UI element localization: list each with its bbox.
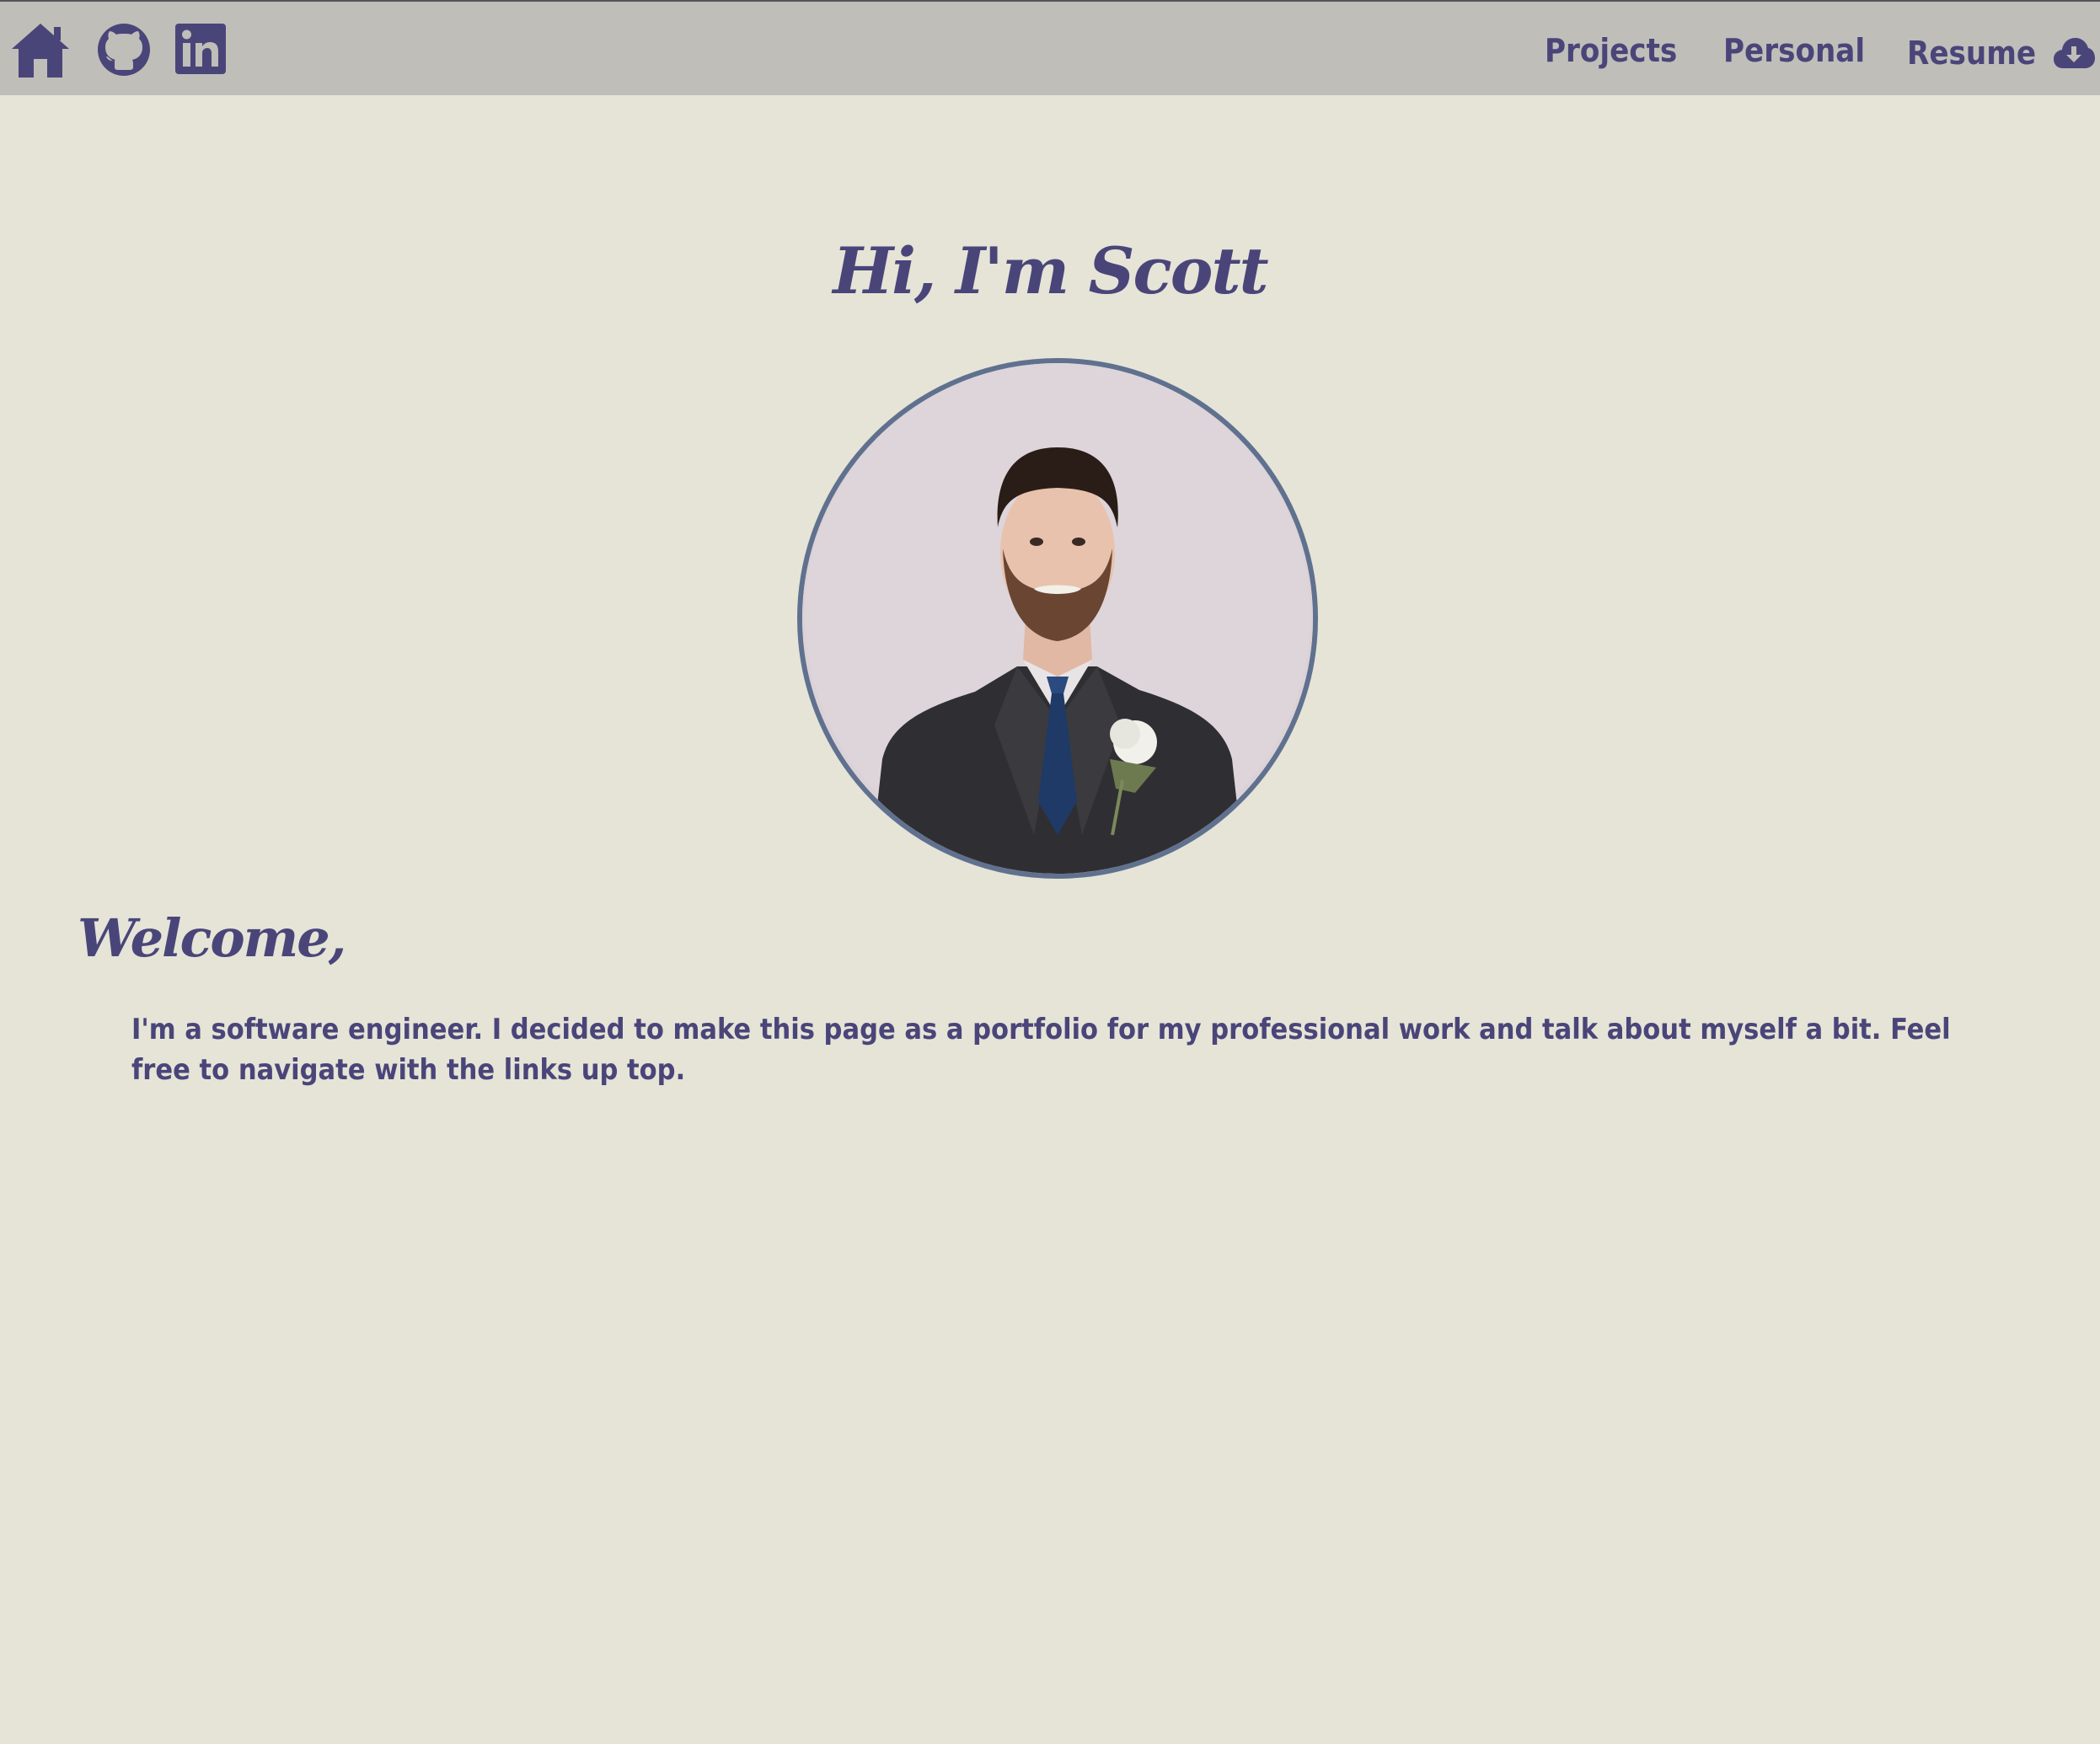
top-navbar: Projects Personal Resume	[0, 0, 2100, 95]
home-link[interactable]	[10, 22, 71, 79]
github-icon	[96, 22, 152, 78]
cloud-download-icon	[2053, 36, 2095, 70]
linkedin-link[interactable]	[175, 24, 226, 74]
profile-photo	[797, 358, 1318, 879]
intro-paragraph: I'm a software engineer. I decided to ma…	[131, 1013, 1951, 1087]
resume-label: Resume	[1907, 34, 2037, 72]
home-icon	[10, 22, 71, 79]
welcome-heading: Welcome,	[78, 907, 346, 969]
linkedin-icon	[175, 24, 226, 74]
nav-link-projects[interactable]: Projects	[1545, 27, 1677, 74]
hero-title: Hi, I'm Scott	[833, 233, 1268, 308]
nav-link-personal[interactable]: Personal	[1723, 27, 1865, 74]
nav-link-resume[interactable]: Resume	[1907, 27, 2095, 74]
github-link[interactable]	[96, 22, 152, 78]
